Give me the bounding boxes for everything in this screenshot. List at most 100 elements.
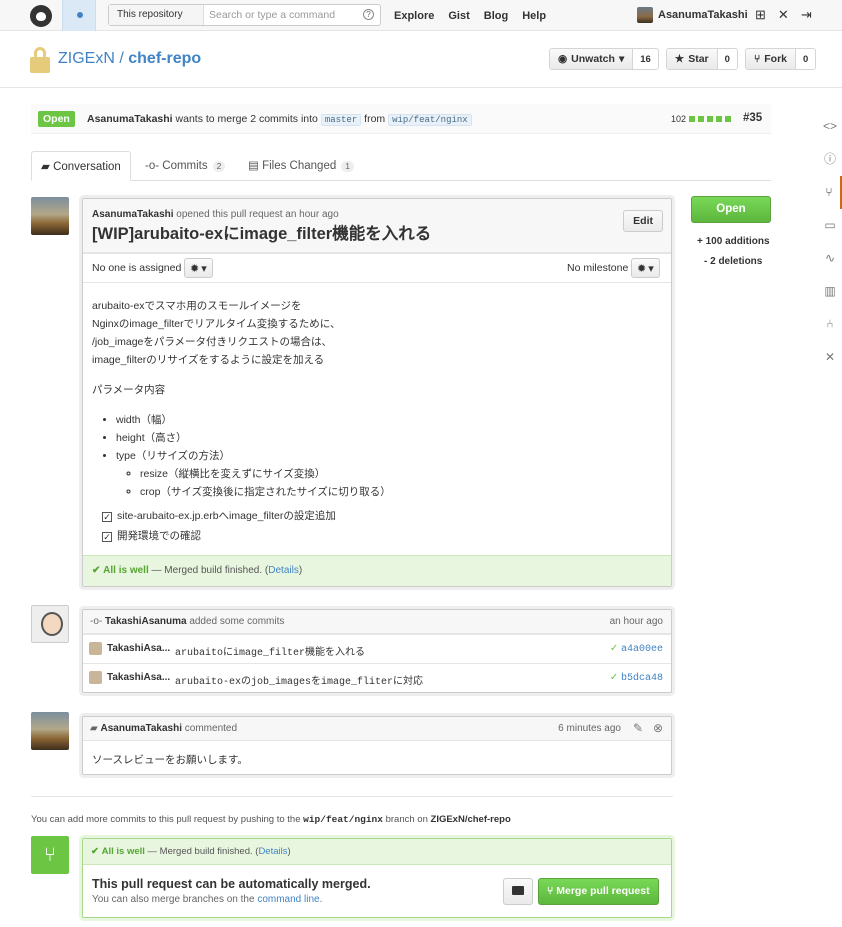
commit-row: TakashiAsa... arubaitoにimage_filter機能を入れ… (83, 634, 671, 663)
milestone-text: No milestone (567, 262, 629, 274)
username[interactable]: AsanumaTakashi (658, 9, 748, 21)
nav-help[interactable]: Help (522, 10, 546, 22)
commit-sha[interactable]: b5dca48 (621, 673, 663, 684)
merge-subtitle-text: You can also merge branches on the (92, 894, 255, 905)
sign-out-icon[interactable]: ⇥ (801, 7, 812, 23)
comment-header: ▰ AsanumaTakashi commented 6 minutes ago… (83, 717, 671, 741)
tab-label: Files Changed (262, 160, 337, 172)
commit-row: TakashiAsa... arubaito-exのjob_imagesをima… (83, 663, 671, 692)
tab-commits[interactable]: -o- Commits 2 (145, 151, 226, 181)
search-box[interactable]: This repository Search or type a command… (108, 4, 381, 26)
task-label: site-arubaito-ex.jp.erbへimage_filterの設定追… (117, 510, 336, 522)
chevron-down-icon: ▾ (648, 262, 654, 275)
search-scope[interactable]: This repository (109, 5, 204, 25)
merge-box: ✔ All is well — Merged build finished. (… (82, 838, 672, 918)
nav-blog[interactable]: Blog (484, 10, 508, 22)
pull-requests-icon[interactable]: ⑂ (818, 176, 842, 209)
checkbox-checked-icon[interactable]: ✓ (102, 532, 112, 542)
checkbox-checked-icon[interactable]: ✓ (102, 512, 112, 522)
comment-author[interactable]: AsanumaTakashi (100, 723, 182, 734)
details-link[interactable]: Details (268, 565, 299, 576)
avatar[interactable] (31, 712, 69, 750)
new-repo-icon[interactable]: ⊞ (755, 7, 766, 23)
commits-event-header: -o- TakashiAsanuma added some commits an… (83, 610, 671, 634)
edit-button[interactable]: Edit (623, 210, 663, 232)
fork-count[interactable]: 0 (796, 49, 816, 69)
star-icon: ★ (674, 53, 685, 65)
build-status: ✔ All is well — Merged build finished. (… (83, 555, 671, 586)
comment-body: arubaito-exでスマホ用のスモールイメージを Nginxのimage_f… (92, 297, 391, 545)
repo-actions: ◉ Unwatch ▾ 16 ★ Star 0 ⑂ Fork 0 (549, 48, 817, 70)
params-list: width（幅） height（高さ） type（リサイズの方法） resize… (92, 411, 391, 501)
notification-dot-icon (77, 12, 83, 18)
merge-title: This pull request can be automatically m… (92, 877, 371, 891)
milestone-gear-button[interactable]: ✹ ▾ (631, 258, 660, 278)
pulse-icon[interactable]: ∿ (818, 242, 842, 275)
avatar[interactable] (31, 197, 69, 235)
commits-event: -o- TakashiAsanuma added some commits an… (82, 609, 672, 693)
settings-tools-icon[interactable]: ✕ (778, 7, 789, 23)
check-icon: ✓ (609, 643, 619, 654)
pr-from-text: from (364, 113, 386, 125)
branch-name: wip/feat/nginx (303, 814, 383, 825)
pr-state-button[interactable]: Open (691, 196, 771, 223)
notifications-button[interactable] (62, 0, 96, 31)
status-text: — Merged build finished. ( (151, 565, 269, 576)
repo-owner-link[interactable]: ZIGExN (58, 50, 115, 67)
nav-explore[interactable]: Explore (394, 10, 434, 22)
wiki-icon[interactable]: ▭ (818, 209, 842, 242)
fork-button[interactable]: ⑂ Fork (745, 49, 797, 69)
tab-count: 2 (212, 161, 226, 172)
graphs-icon[interactable]: ▥ (818, 275, 842, 308)
head-branch[interactable]: wip/feat/nginx (388, 114, 472, 126)
repo-name[interactable]: ZIGExN/chef-repo (431, 814, 511, 825)
list-item: type（リサイズの方法） resize（縦横比を変えずにサイズ変換） crop… (116, 447, 391, 501)
commit-icon: -o- (145, 160, 160, 172)
task-item[interactable]: ✓ site-arubaito-ex.jp.erbへimage_filterの設定… (92, 507, 391, 525)
pencil-icon[interactable]: ✎ (633, 721, 643, 735)
tab-count: 1 (341, 161, 354, 172)
star-count[interactable]: 0 (717, 49, 737, 69)
github-logo-icon[interactable] (30, 5, 52, 27)
repo-separator: / (119, 50, 124, 67)
cli-instructions-button[interactable] (503, 878, 533, 905)
commit-author[interactable]: TakashiAsa... (107, 672, 170, 683)
commits-author[interactable]: TakashiAsanuma (105, 616, 187, 627)
code-icon[interactable]: <> (818, 110, 842, 143)
merge-pull-request-button[interactable]: ⑂ Merge pull request (538, 878, 659, 905)
pr-author[interactable]: AsanumaTakashi (87, 113, 173, 125)
push-hint-text: branch on (385, 814, 428, 825)
help-icon[interactable]: ? (363, 9, 374, 20)
star-button[interactable]: ★ Star (666, 49, 718, 69)
unwatch-button[interactable]: ◉ Unwatch ▾ (550, 49, 634, 69)
comment-author[interactable]: AsanumaTakashi (92, 209, 174, 220)
repo-name-link[interactable]: chef-repo (128, 50, 201, 67)
body-line: /job_imageをパラメータ付きリクエストの場合は、 (92, 336, 333, 348)
tab-files-changed[interactable]: ▤ Files Changed 1 (248, 151, 354, 181)
commit-sha[interactable]: a4a00ee (621, 644, 663, 655)
assignee-gear-button[interactable]: ✹ ▾ (184, 258, 213, 278)
network-icon[interactable]: ⑃ (818, 308, 842, 341)
search-input[interactable]: Search or type a command (209, 5, 335, 25)
close-icon[interactable]: ⊗ (653, 721, 663, 735)
check-icon: ✔ (91, 846, 99, 857)
command-line-link[interactable]: command line. (257, 894, 322, 905)
commit-message[interactable]: arubaitoにimage_filter機能を入れる (175, 643, 365, 659)
task-item[interactable]: ✓ 開発環境での確認 (92, 527, 391, 545)
user-menu[interactable]: AsanumaTakashi (637, 7, 748, 23)
tab-conversation[interactable]: ▰ Conversation (31, 151, 131, 181)
diffstat-count: 102 (671, 114, 687, 124)
settings-icon[interactable]: ✕ (818, 341, 842, 374)
issues-icon[interactable]: ⓘ (818, 143, 842, 176)
watch-count[interactable]: 16 (633, 49, 658, 69)
comment-meta-text: opened this pull request an hour ago (176, 209, 339, 220)
commits-meta: -o- TakashiAsanuma added some commits (90, 616, 284, 627)
base-branch[interactable]: master (320, 114, 362, 126)
commit-message[interactable]: arubaito-exのjob_imagesをimage_fliterに対応 (175, 672, 423, 688)
avatar[interactable] (31, 605, 69, 643)
nav-gist[interactable]: Gist (448, 10, 469, 22)
body-line: image_filterのリサイズをするように設定を加える (92, 354, 325, 366)
details-link[interactable]: Details (258, 846, 287, 857)
commit-author[interactable]: TakashiAsa... (107, 643, 170, 654)
diffstat[interactable]: 102 (671, 114, 732, 124)
